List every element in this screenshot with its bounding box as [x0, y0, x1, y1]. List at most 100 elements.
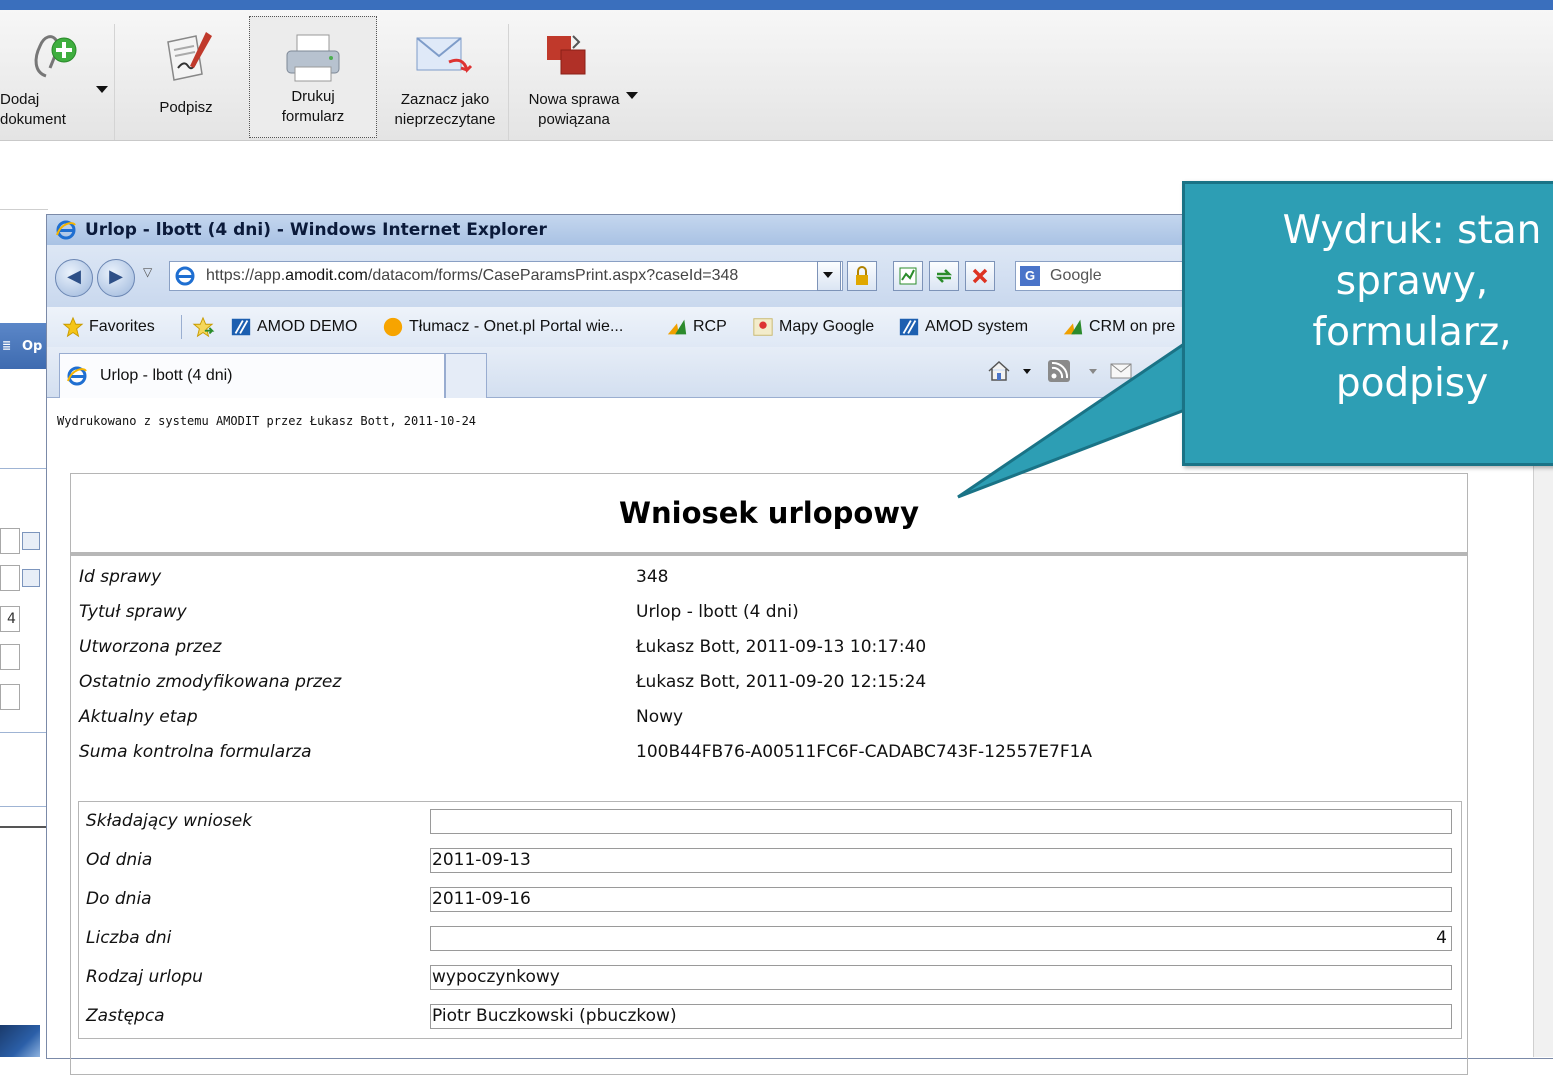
printer-icon [286, 34, 340, 82]
field-label: Do dnia [86, 889, 152, 909]
lock-icon[interactable] [847, 261, 877, 291]
callout-line: sprawy, [1335, 259, 1489, 304]
meta-value: Nowy [636, 707, 684, 727]
callout-line: formularz, [1312, 310, 1512, 355]
field-label: Od dnia [86, 850, 153, 870]
browser-tab[interactable]: Urlop - lbott (4 dni) [59, 353, 445, 398]
background-divider [0, 468, 46, 469]
search-placeholder: Google [1050, 267, 1102, 284]
address-bar[interactable]: https://app.amodit.com/datacom/forms/Cas… [169, 261, 843, 291]
favorite-link[interactable]: CRM on pre [1061, 307, 1175, 347]
sign-document-icon [167, 32, 212, 81]
form-field-row: Do dnia 2011-09-16 [79, 880, 1461, 919]
background-field[interactable] [0, 684, 20, 710]
form-field-row: Liczba dni 4 [79, 919, 1461, 958]
home-icon[interactable] [987, 359, 1017, 383]
new-related-case-label: Nowa sprawa powiązana [528, 91, 620, 128]
stop-icon[interactable] [965, 261, 995, 291]
amod-icon [899, 318, 919, 336]
refresh-icon[interactable] [929, 261, 959, 291]
form-title: Wniosek urlopowy [619, 496, 919, 530]
print-form-button[interactable]: Drukuj formularz [249, 16, 377, 138]
mark-unread-button[interactable]: Zaznacz jako nieprzeczytane [384, 14, 506, 138]
vertical-scrollbar[interactable] [1533, 397, 1553, 1057]
field-value: wypoczynkowy [430, 965, 1452, 990]
history-dropdown-icon[interactable]: ▽ [143, 265, 152, 279]
tab-title: Urlop - lbott (4 dni) [100, 367, 233, 384]
decorative-swoosh [0, 1025, 40, 1057]
meta-value: 348 [636, 567, 669, 587]
field-value: 2011-09-16 [430, 887, 1452, 912]
dynamics-icon [667, 319, 687, 335]
favorite-link[interactable]: RCP [665, 307, 727, 347]
form-field-row: Składający wniosek [79, 802, 1461, 841]
dynamics-icon [1063, 319, 1083, 335]
favorite-label: RCP [693, 318, 727, 335]
internet-explorer-icon [67, 366, 87, 386]
printed-by-note: Wydrukowano z systemu AMODIT przez Łukas… [57, 414, 477, 428]
meta-value: 100B44FB76-A00511FC6F-CADABC743F-12557E7… [636, 742, 1093, 762]
favorite-link[interactable]: AMOD system [897, 307, 1028, 347]
read-mail-icon[interactable] [1109, 359, 1135, 383]
field-label: Składający wniosek [86, 811, 253, 831]
favorite-link[interactable]: AMOD DEMO [229, 307, 357, 347]
url-path: /datacom/forms/CaseParamsPrint.aspx?case… [367, 267, 739, 284]
favorites-separator [181, 315, 182, 339]
favorite-label: CRM on pre [1089, 318, 1176, 335]
related-case-icon [546, 35, 586, 75]
back-button[interactable]: ◀ [55, 259, 93, 297]
google-maps-icon [753, 318, 773, 336]
favorite-label: AMOD system [925, 318, 1029, 335]
background-tab-label: Op [22, 339, 43, 354]
meta-value: Łukasz Bott, 2011-09-20 12:15:24 [636, 672, 927, 692]
favorite-label: Mapy Google [779, 318, 875, 335]
url-prefix: https://app. [206, 267, 286, 284]
amod-icon [231, 318, 251, 336]
form-fields: Składający wniosek Od dnia 2011-09-13 Do… [78, 801, 1462, 1039]
new-tab-button[interactable] [445, 353, 487, 398]
background-field[interactable] [0, 565, 20, 591]
background-field[interactable] [0, 528, 20, 554]
add-favorite-button[interactable] [191, 307, 219, 347]
address-dropdown-button[interactable] [817, 261, 841, 291]
star-icon [62, 316, 84, 337]
background-divider [0, 209, 48, 210]
print-form-label: Drukuj formularz [281, 88, 345, 125]
calendar-icon[interactable] [22, 569, 40, 587]
add-document-button[interactable]: Dodaj dokument [0, 14, 112, 138]
feed-dropdown-icon[interactable] [1089, 369, 1097, 374]
field-value: 4 [430, 926, 1452, 951]
form-field-row: Zastępca Piotr Buczkowski (pbuczkow) [79, 997, 1461, 1036]
field-label: Zastępca [86, 1006, 165, 1026]
favorite-label: Tłumacz - Onet.pl Portal wie... [409, 318, 624, 335]
add-document-dropdown-icon[interactable] [96, 86, 108, 93]
favorite-link[interactable]: Mapy Google [751, 307, 874, 347]
meta-label: Suma kontrolna formularza [79, 742, 312, 762]
background-divider [0, 806, 46, 807]
background-divider [0, 826, 46, 828]
calendar-icon[interactable] [22, 532, 40, 550]
meta-label: Aktualny etap [79, 707, 198, 727]
favorites-button[interactable]: Favorites [61, 307, 155, 347]
favorite-link[interactable]: Tłumacz - Onet.pl Portal wie... [381, 307, 623, 347]
mark-unread-label: Zaznacz jako nieprzeczytane [394, 91, 496, 128]
background-field[interactable]: 4 [0, 606, 20, 632]
window-title: Urlop - lbott (4 dni) - Windows Internet… [85, 220, 547, 240]
background-tab-button[interactable]: ≣ Op [0, 323, 46, 369]
new-related-case-button[interactable]: Nowa sprawa powiązana [512, 14, 638, 138]
meta-value: Urlop - lbott (4 dni) [636, 602, 799, 622]
forward-button[interactable]: ▶ [97, 259, 135, 297]
background-field[interactable] [0, 644, 20, 670]
callout-line: Wydruk: stan [1282, 208, 1542, 253]
home-dropdown-icon[interactable] [1023, 369, 1031, 374]
rss-feed-icon[interactable] [1047, 359, 1073, 383]
new-related-case-dropdown-icon[interactable] [626, 92, 638, 99]
form-field-row: Od dnia 2011-09-13 [79, 841, 1461, 880]
ribbon-separator [508, 24, 509, 140]
meta-label: Id sprawy [79, 567, 162, 587]
ribbon-separator [114, 24, 115, 140]
print-form: Wniosek urlopowy Id sprawy 348 Tytuł spr… [70, 473, 1468, 1075]
compatibility-view-icon[interactable] [893, 261, 923, 291]
sign-button[interactable]: Podpisz [130, 14, 242, 138]
top-accent-bar [0, 0, 1553, 10]
